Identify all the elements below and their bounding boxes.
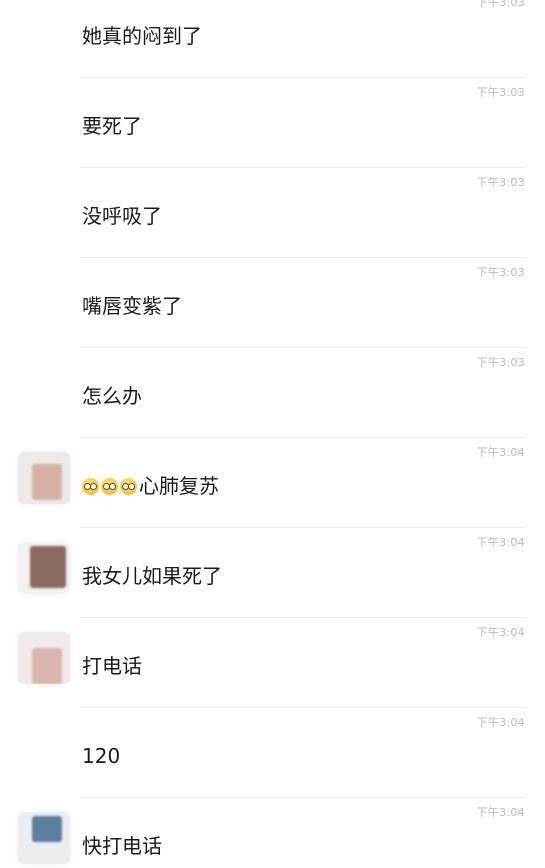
message-text: 打电话 [82,654,142,678]
message-text: 120 [82,744,121,768]
emoji-group [82,473,139,499]
message-item[interactable]: 下午3:03 没呼吸了 [0,168,545,258]
message-item[interactable]: 下午3:04 我女儿如果死了 [0,528,545,618]
flushed-face-icon [82,478,99,495]
message-text: 要死了 [82,114,142,138]
message-text: 没呼吸了 [82,204,162,228]
message-time: 下午3:03 [476,86,525,99]
message-time: 下午3:03 [476,356,525,369]
message-item[interactable]: 下午3:03 她真的闷到了 [0,0,545,78]
message-text: 嘴唇变紫了 [82,294,182,318]
message-item[interactable]: 下午3:03 要死了 [0,78,545,168]
message-item[interactable]: 下午3:04 120 [0,708,545,798]
message-time: 下午3:04 [476,446,525,459]
flushed-face-icon [101,478,118,495]
avatar-photo [32,648,62,684]
message-text: 怎么办 [82,384,142,408]
message-text: 心肺复苏 [139,474,219,498]
message-text: 我女儿如果死了 [82,564,222,588]
message-item[interactable]: 下午3:04 快打电话 [0,798,545,868]
message-time: 下午3:03 [476,266,525,279]
avatar-photo [32,816,62,842]
avatar-photo [32,464,62,500]
message-text: 她真的闷到了 [82,24,202,48]
message-item[interactable]: 下午3:03 嘴唇变紫了 [0,258,545,348]
avatar[interactable] [18,452,70,504]
avatar[interactable] [18,632,70,684]
message-time: 下午3:04 [476,806,525,819]
avatar[interactable] [18,542,70,594]
chat-history: 下午3:03 她真的闷到了 下午3:03 要死了 下午3:03 没呼吸了 下午3… [0,0,545,868]
message-time: 下午3:04 [476,536,525,549]
message-item[interactable]: 下午3:03 怎么办 [0,348,545,438]
message-time: 下午3:04 [476,626,525,639]
avatar[interactable] [18,812,70,864]
flushed-face-icon [120,478,137,495]
message-time: 下午3:03 [476,176,525,189]
avatar-photo [30,546,66,588]
message-text-container: 心肺复苏 [82,473,219,499]
message-time: 下午3:03 [476,0,525,9]
message-time: 下午3:04 [476,716,525,729]
message-text: 快打电话 [82,834,162,858]
message-item[interactable]: 下午3:04 心肺复苏 [0,438,545,528]
message-item[interactable]: 下午3:04 打电话 [0,618,545,708]
